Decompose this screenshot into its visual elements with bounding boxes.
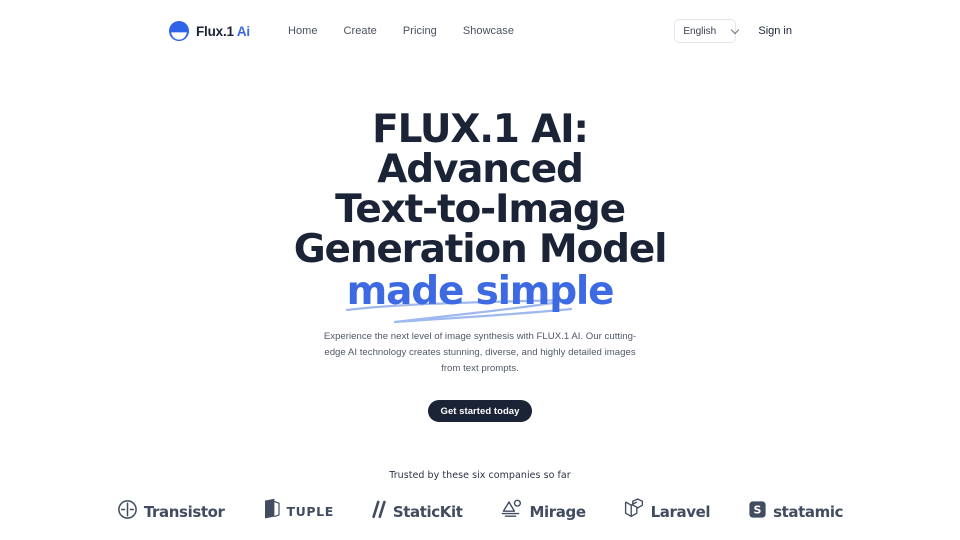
flux-circle-logo-icon (168, 20, 190, 42)
company-logo-mirage: Mirage (501, 498, 586, 525)
company-logo-transistor: Transistor (117, 499, 225, 525)
company-logo-statamic: S statamic (748, 500, 844, 524)
hero-title-line-1: FLUX.1 AI: Advanced (372, 107, 589, 192)
hero-cta-wrap: Get started today (0, 400, 960, 422)
hero-section: FLUX.1 AI: Advanced Text-to-Image Genera… (0, 110, 960, 422)
company-logo-tuple: TUPLE (263, 498, 334, 525)
page-title: FLUX.1 AI: Advanced Text-to-Image Genera… (270, 107, 690, 324)
company-name-tuple: TUPLE (286, 504, 334, 519)
site-header: Flux.1 Ai Home Create Pricing Showcase E… (0, 0, 960, 62)
transistor-icon (117, 499, 138, 525)
statamic-icon: S (748, 500, 767, 524)
statickit-icon (372, 500, 387, 524)
sign-in-link[interactable]: Sign in (758, 25, 792, 37)
mirage-icon (501, 498, 524, 525)
company-name-transistor: Transistor (143, 502, 225, 521)
tuple-icon (263, 498, 281, 525)
brand-logo[interactable]: Flux.1 Ai (168, 20, 250, 42)
brand-name: Flux.1 Ai (196, 23, 250, 39)
company-logo-row: Transistor TUPLE StaticKit Mirage Larave… (0, 498, 960, 525)
landing-page: Flux.1 Ai Home Create Pricing Showcase E… (0, 0, 960, 540)
get-started-button[interactable]: Get started today (427, 400, 533, 422)
company-name-statickit: StaticKit (392, 502, 463, 521)
hero-title-line-2: Text-to-Image (335, 187, 626, 232)
nav-item-pricing[interactable]: Pricing (403, 25, 437, 37)
hero-subtitle: Experience the next level of image synth… (323, 331, 637, 374)
company-logo-laravel: Laravel (624, 498, 711, 525)
nav-item-create[interactable]: Create (344, 25, 377, 37)
company-name-mirage: Mirage (529, 502, 587, 521)
hero-title-accent: made simple (346, 269, 615, 314)
chevron-down-icon (732, 26, 740, 34)
svg-text:S: S (754, 503, 762, 516)
trusted-by-section: Trusted by these six companies so far Tr… (0, 470, 960, 525)
laravel-icon (624, 498, 645, 525)
brand-accent: Ai (236, 23, 250, 39)
language-selector[interactable]: English (674, 19, 737, 43)
language-value: English (683, 25, 717, 37)
trusted-by-label: Trusted by these six companies so far (389, 470, 571, 481)
nav-item-home[interactable]: Home (288, 25, 318, 37)
company-name-statamic: statamic (773, 502, 844, 521)
header-actions: English Sign in (674, 19, 792, 43)
primary-nav: Home Create Pricing Showcase (288, 25, 514, 37)
company-logo-statickit: StaticKit (372, 500, 463, 524)
nav-item-showcase[interactable]: Showcase (463, 25, 514, 37)
company-name-laravel: Laravel (650, 502, 711, 521)
hero-title-line-3: Generation Model (293, 227, 668, 272)
hero-title-accent-wrap: made simple (345, 269, 615, 324)
